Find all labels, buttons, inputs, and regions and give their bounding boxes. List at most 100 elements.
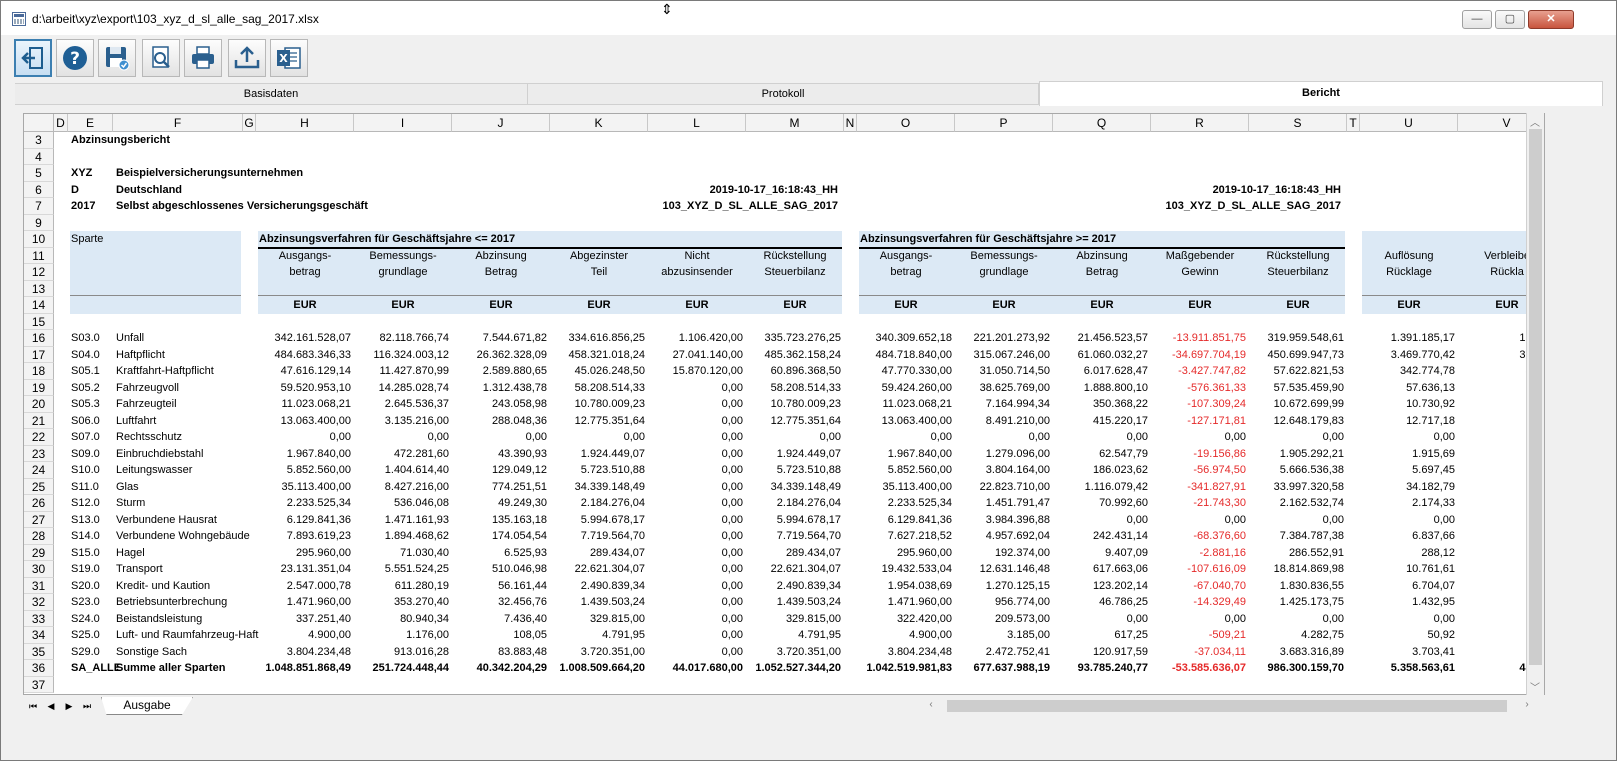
svg-text:?: ? [70,49,80,69]
column-header[interactable]: K [550,114,648,132]
scroll-up-icon[interactable]: ︿ [1527,114,1543,129]
print-preview-button[interactable] [142,39,180,77]
row-header[interactable]: 15 [24,313,54,330]
row-header[interactable]: 4 [24,148,54,165]
minimize-button[interactable]: — [1462,10,1492,29]
vertical-scrollbar[interactable]: ︿ ﹀ [1526,113,1544,695]
column-header[interactable]: D [54,114,68,132]
row-header[interactable]: 26 [24,495,54,512]
scroll-left-icon[interactable]: ‹ [923,699,939,710]
row-header[interactable]: 22 [24,429,54,446]
scroll-right-icon[interactable]: › [1519,699,1535,710]
prev-sheet-icon[interactable]: ◀ [43,699,59,713]
value-cell: 2.233.525,34 [887,497,952,509]
row-header[interactable]: 10 [24,231,54,248]
column-header[interactable]: E [68,114,113,132]
sheet-tab-ausgabe[interactable]: Ausgabe [101,697,193,715]
row-header[interactable]: 25 [24,478,54,495]
first-sheet-icon[interactable]: ⏮ [25,699,41,713]
column-header[interactable]: S [1249,114,1347,132]
column-header[interactable]: O [857,114,955,132]
row-header[interactable]: 35 [24,643,54,660]
value-cell: 7.719.564,70 [776,530,841,542]
tab-basisdaten[interactable]: Basisdaten [15,84,528,105]
row-header[interactable]: 33 [24,610,54,627]
value-cell: 116.324.003,12 [373,348,449,361]
maximize-button[interactable]: ▢ [1495,10,1525,29]
row-header[interactable]: 16 [24,330,54,347]
value-cell: 7.719.564,70 [580,530,645,542]
column-header[interactable]: I [354,114,452,132]
row-header[interactable]: 27 [24,511,54,528]
print-button[interactable] [184,39,222,77]
row-header[interactable]: 5 [24,165,54,182]
horizontal-scrollbar[interactable]: ‹ › [923,699,1543,713]
value-cell: 5.852.560,00 [887,464,952,476]
row-header[interactable]: 3 [24,132,54,149]
row-header[interactable]: 12 [24,264,54,281]
row-header[interactable]: 17 [24,346,54,363]
row-header[interactable]: 18 [24,363,54,380]
value-cell: 337.251,40 [295,612,351,625]
row-header[interactable]: 24 [24,462,54,479]
value-cell: 0,00 [623,431,645,443]
exit-button[interactable] [14,39,52,77]
column-header[interactable]: F [113,114,243,132]
value-cell: -3.427.747,82 [1178,365,1246,377]
row-header[interactable]: 29 [24,544,54,561]
spreadsheet-grid[interactable]: D E F G H I J K L M N O P Q R S T U V 3 4 5 6 7 9 10 11 12 13 14 15 16 1… [23,113,1545,695]
timestamp-left: 2019-10-17_16:18:43_HH [709,183,838,196]
row-header[interactable]: 20 [24,396,54,413]
value-cell: 611.280,19 [394,579,449,592]
help-button[interactable]: ? [56,39,94,77]
row-header[interactable]: 31 [24,577,54,594]
column-header[interactable]: J [452,114,550,132]
row-header[interactable]: 21 [24,412,54,429]
row-header[interactable]: 28 [24,528,54,545]
row-header[interactable]: 23 [24,445,54,462]
row-header[interactable]: 11 [24,247,54,264]
row-header[interactable]: 30 [24,561,54,578]
column-header[interactable]: N [844,114,857,132]
value-cell: 108,05 [513,629,547,641]
column-header[interactable]: P [955,114,1053,132]
tab-bericht[interactable]: Bericht [1039,81,1603,106]
value-cell: 0,00 [721,645,743,658]
row-header[interactable]: 6 [24,181,54,198]
column-header[interactable]: Q [1053,114,1151,132]
column-header[interactable]: R [1151,114,1249,132]
row-header[interactable]: 32 [24,594,54,611]
help-icon: ? [63,46,87,70]
column-header[interactable]: M [746,114,844,132]
next-sheet-icon[interactable]: ▶ [61,699,77,713]
sparte-code: S07.0 [71,431,100,443]
value-cell: -37.034,11 [1194,645,1246,658]
row-header[interactable]: 36 [24,660,54,677]
vertical-scroll-thumb[interactable] [1529,129,1542,665]
scroll-down-icon[interactable]: ﹀ [1527,679,1543,694]
last-sheet-icon[interactable]: ⏭ [79,699,95,713]
save-button[interactable] [98,39,136,77]
column-header[interactable]: U [1360,114,1458,132]
column-header[interactable]: T [1347,114,1360,132]
column-header[interactable]: H [256,114,354,132]
row-header[interactable]: 34 [24,627,54,644]
row-header[interactable]: 14 [24,297,54,314]
value-cell: 342.161.528,07 [274,332,351,344]
value-cell: 0,00 [721,431,743,443]
export-button[interactable] [228,39,266,77]
tab-protokoll[interactable]: Protokoll [528,84,1039,105]
column-header[interactable]: G [243,114,256,132]
select-all-corner[interactable] [24,114,54,132]
row-header[interactable]: 7 [24,198,54,215]
spreadsheet-icon [12,12,26,26]
horizontal-scroll-thumb[interactable] [947,700,1507,712]
row-header[interactable]: 9 [24,214,54,231]
excel-export-button[interactable]: X [270,39,308,77]
row-header[interactable]: 37 [24,676,54,693]
row-header[interactable]: 13 [24,280,54,297]
close-button[interactable]: ✕ [1528,10,1574,29]
column-header[interactable]: L [648,114,746,132]
value-cell: 0,00 [721,596,743,608]
row-header[interactable]: 19 [24,379,54,396]
